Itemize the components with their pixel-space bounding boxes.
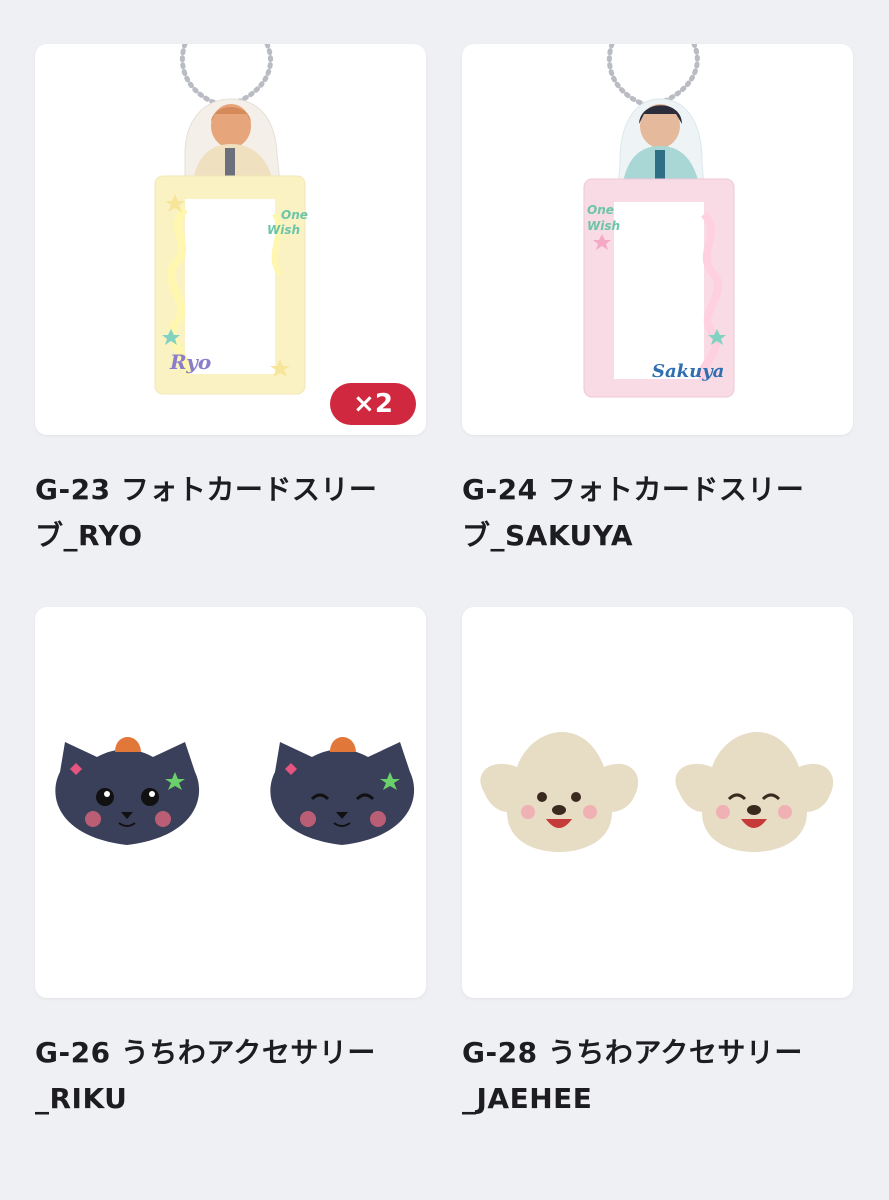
product-title-line2: ブ_RYO	[35, 519, 143, 552]
quantity-badge: ×2	[330, 383, 416, 425]
product-image-g26[interactable]	[35, 607, 426, 998]
product-title-g24[interactable]: G-24 フォトカードスリー ブ_SAKUYA	[462, 467, 853, 559]
product-title-line2: _RIKU	[35, 1082, 128, 1115]
product-title-line1: G-28 うちわアクセサリー	[462, 1036, 803, 1069]
uchiwa-accessory-riku-image	[55, 737, 415, 845]
product-title-line1: G-23 フォトカードスリー	[35, 473, 378, 506]
svg-text:Wish: Wish	[587, 219, 620, 233]
svg-text:Wish: Wish	[267, 223, 300, 237]
photocard-sleeve-sakuya-image: One Wish Sakuya	[583, 44, 735, 398]
product-title-line1: G-24 フォトカードスリー	[462, 473, 805, 506]
product-title-line2: _JAEHEE	[462, 1082, 593, 1115]
product-title-g26[interactable]: G-26 うちわアクセサリー _RIKU	[35, 1030, 426, 1122]
product-title-g28[interactable]: G-28 うちわアクセサリー _JAEHEE	[462, 1030, 853, 1122]
svg-text:Ryo: Ryo	[169, 350, 211, 374]
product-title-g23[interactable]: G-23 フォトカードスリー ブ_RYO	[35, 467, 426, 559]
uchiwa-accessory-jaehee-image	[480, 732, 834, 852]
product-title-line1: G-26 うちわアクセサリー	[35, 1036, 376, 1069]
product-image-g24[interactable]: One Wish Sakuya	[462, 44, 853, 435]
product-image-g23[interactable]: One Wish Ryo ×2	[35, 44, 426, 435]
product-image-g28[interactable]	[462, 607, 853, 998]
photocard-sleeve-ryo-image: One Wish Ryo	[154, 44, 308, 395]
product-title-line2: ブ_SAKUYA	[462, 519, 634, 552]
svg-text:Sakuya: Sakuya	[652, 361, 724, 382]
svg-text:One: One	[281, 208, 308, 222]
svg-text:One: One	[587, 203, 614, 217]
